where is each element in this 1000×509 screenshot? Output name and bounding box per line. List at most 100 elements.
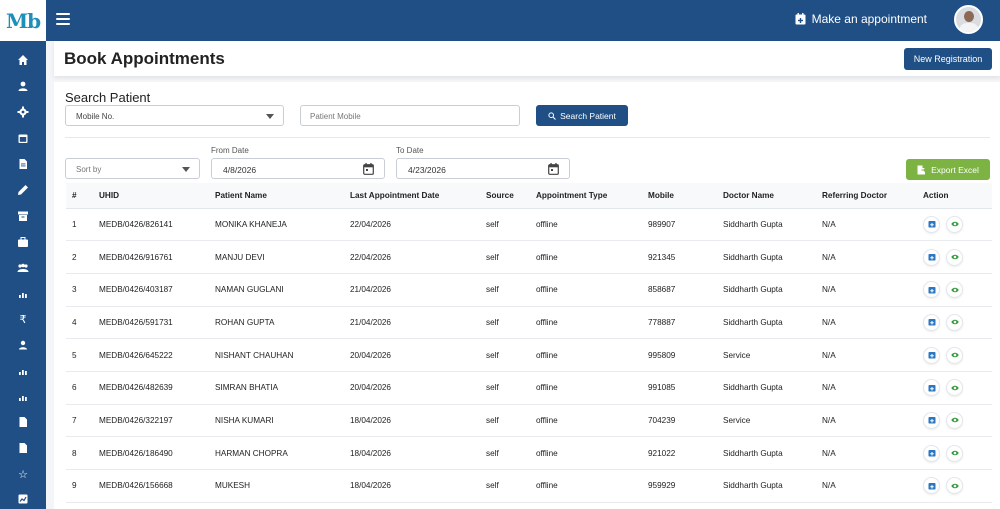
row-uhid: MEDB/0426/156668 (93, 469, 209, 503)
book-appointment-button[interactable] (923, 346, 940, 364)
view-button[interactable] (946, 477, 963, 495)
search-patient-button[interactable]: Search Patient (536, 105, 628, 126)
patient-mobile-input[interactable]: Patient Mobile (300, 105, 520, 126)
logo-text: Mb (5, 8, 41, 33)
chart-icon[interactable] (0, 388, 46, 406)
row-appointment-type: offline (530, 371, 642, 405)
view-button[interactable] (946, 346, 963, 364)
search-type-value: Mobile No. (76, 112, 115, 121)
new-registration-button[interactable]: New Registration (904, 48, 992, 70)
row-doctor-name: Siddharth Gupta (717, 306, 816, 340)
table-row: 7 MEDB/0426/322197 NISHA KUMARI 18/04/20… (66, 404, 992, 438)
col-header-num: # (66, 183, 93, 209)
eye-icon (950, 450, 959, 456)
to-date-input[interactable]: 4/23/2026 (396, 158, 570, 179)
table-row: 5 MEDB/0426/645222 NISHANT CHAUHAN 20/04… (66, 338, 992, 372)
row-source: self (480, 404, 530, 438)
menu-icon[interactable] (56, 13, 70, 25)
table-body: 1 MEDB/0426/826141 MONIKA KHANEJA 22/04/… (66, 208, 992, 503)
app-logo[interactable]: Mb (0, 0, 46, 42)
user-icon[interactable] (0, 336, 46, 354)
user-icon[interactable] (0, 77, 46, 95)
rupee-icon[interactable]: ₹ (0, 310, 46, 328)
book-appointment-button[interactable] (923, 248, 940, 266)
make-appointment-link[interactable]: Make an appointment (795, 12, 927, 26)
table-row: 9 MEDB/0426/156668 MUKESH 18/04/2026 sel… (66, 469, 992, 503)
gear-icon[interactable] (0, 103, 46, 121)
view-button[interactable] (946, 444, 963, 462)
view-button[interactable] (946, 215, 963, 233)
row-doctor-name: Siddharth Gupta (717, 273, 816, 307)
page-header: Book Appointments New Registration (54, 41, 1000, 76)
book-appointment-button[interactable] (923, 313, 940, 331)
calendar-icon[interactable] (0, 129, 46, 147)
row-uhid: MEDB/0426/482639 (93, 371, 209, 405)
row-patient-name: NISHA KUMARI (209, 404, 344, 438)
row-patient-name: HARMAN CHOPRA (209, 436, 344, 470)
book-appointment-button[interactable] (923, 215, 940, 233)
file-icon[interactable] (0, 413, 46, 431)
row-actions (917, 436, 992, 470)
chart-icon[interactable] (0, 285, 46, 303)
sort-by-select[interactable]: Sort by (65, 158, 200, 179)
row-source: self (480, 306, 530, 340)
view-button[interactable] (946, 313, 963, 331)
book-appointment-button[interactable] (923, 411, 940, 429)
home-icon[interactable] (0, 51, 46, 69)
archive-icon[interactable] (0, 207, 46, 225)
calendar-plus-icon (928, 482, 935, 490)
col-header-last-appointment-date: Last Appointment Date (344, 183, 480, 209)
document-icon[interactable] (0, 155, 46, 173)
table-row: 1 MEDB/0426/826141 MONIKA KHANEJA 22/04/… (66, 208, 992, 242)
calendar-plus-icon (928, 352, 935, 359)
eye-icon (950, 483, 959, 489)
view-button[interactable] (946, 281, 963, 299)
book-appointment-button[interactable] (923, 444, 940, 462)
row-doctor-name: Service (717, 338, 816, 372)
sort-by-value: Sort by (76, 165, 102, 174)
search-type-select[interactable]: Mobile No. (65, 105, 284, 126)
star-icon[interactable]: ☆ (0, 465, 46, 483)
make-appointment-label: Make an appointment (811, 12, 927, 26)
group-icon[interactable] (0, 259, 46, 277)
briefcase-icon[interactable] (0, 233, 46, 251)
row-referring-doctor: N/A (816, 273, 917, 307)
eye-icon (950, 254, 959, 260)
book-appointment-button[interactable] (923, 379, 940, 397)
row-source: self (480, 240, 530, 274)
col-header-patient-name: Patient Name (209, 183, 344, 209)
calendar-plus-icon (928, 254, 935, 261)
row-appointment-type: offline (530, 240, 642, 274)
row-appointment-type: offline (530, 404, 642, 438)
pen-icon[interactable] (0, 181, 46, 199)
row-last-appointment-date: 20/04/2026 (344, 371, 480, 405)
report-icon[interactable] (0, 490, 46, 508)
book-appointment-button[interactable] (923, 477, 940, 495)
view-button[interactable] (946, 379, 963, 397)
calendar-icon[interactable] (363, 163, 374, 175)
from-date-input[interactable]: 4/8/2026 (211, 158, 385, 179)
col-header-source: Source (480, 183, 530, 209)
view-button[interactable] (946, 411, 963, 429)
calendar-plus-icon (928, 286, 935, 294)
row-last-appointment-date: 22/04/2026 (344, 240, 480, 274)
row-num: 4 (66, 306, 93, 340)
row-mobile: 991085 (642, 371, 717, 405)
table-row: 2 MEDB/0426/916761 MANJU DEVI 22/04/2026… (66, 240, 992, 274)
calendar-icon[interactable] (548, 163, 559, 175)
file-icon[interactable] (0, 439, 46, 457)
calendar-plus-icon (928, 417, 935, 424)
user-avatar[interactable] (954, 5, 983, 34)
book-appointment-button[interactable] (923, 281, 940, 299)
calendar-plus-icon (928, 450, 935, 457)
row-appointment-type: offline (530, 306, 642, 340)
row-referring-doctor: N/A (816, 371, 917, 405)
chart-icon[interactable] (0, 362, 46, 380)
view-button[interactable] (946, 248, 963, 266)
row-last-appointment-date: 20/04/2026 (344, 338, 480, 372)
export-file-icon (917, 165, 927, 174)
row-uhid: MEDB/0426/645222 (93, 338, 209, 372)
row-uhid: MEDB/0426/186490 (93, 436, 209, 470)
export-excel-button[interactable]: Export Excel (906, 159, 990, 180)
main-panel: Search Patient Mobile No. Patient Mobile… (54, 82, 1000, 509)
